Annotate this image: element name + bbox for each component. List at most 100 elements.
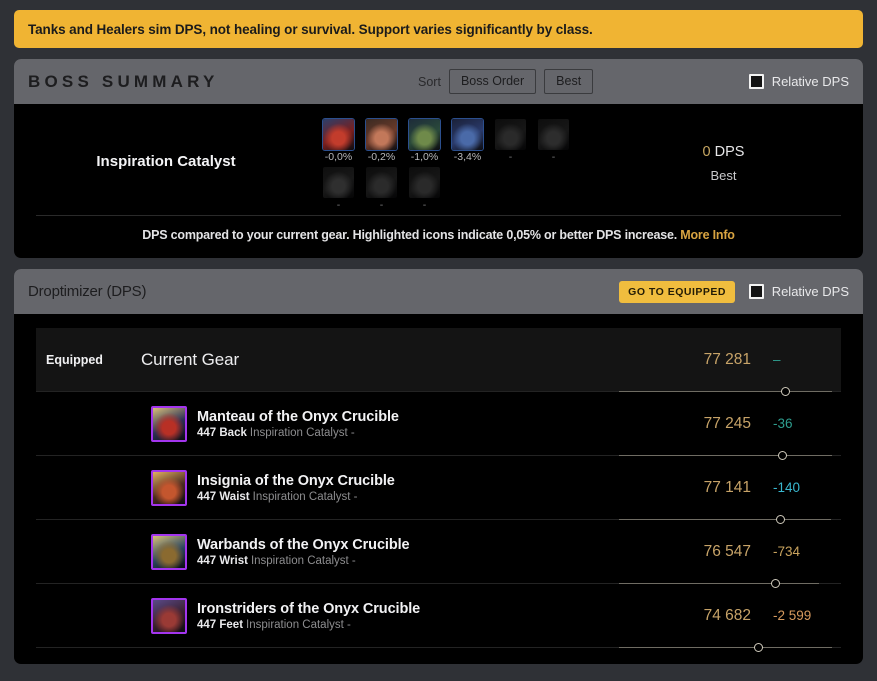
boss-item-dps-delta: -	[551, 151, 556, 163]
item-delta: -36	[773, 416, 793, 431]
boss-summary-relative-dps-label: Relative DPS	[771, 74, 849, 89]
item-icon[interactable]	[151, 597, 187, 634]
item-source: Inspiration Catalyst -	[250, 554, 356, 567]
boss-item-dps-delta: -	[336, 199, 341, 211]
boss-item-icon-cell[interactable]: -0,0%	[320, 119, 357, 163]
boss-summary-title: BOSS SUMMARY	[28, 71, 219, 91]
droptimizer-relative-dps-toggle[interactable]: Relative DPS	[748, 269, 849, 314]
boss-item-dps-delta: -0,0%	[324, 151, 353, 163]
item-icon-cell[interactable]	[141, 597, 197, 634]
equipped-item-name: Current Gear	[141, 349, 240, 369]
droptimizer-row[interactable]: Warbands of the Onyx Crucible 447 Wrist In…	[36, 520, 841, 588]
item-icon[interactable]	[409, 119, 440, 150]
droptimizer-title: Droptimizer (DPS)	[28, 283, 147, 300]
item-icon[interactable]	[366, 167, 397, 198]
item-icon[interactable]	[323, 119, 354, 150]
item-icon[interactable]	[495, 119, 526, 150]
boss-dps-caption: Best	[710, 168, 737, 183]
item-name-cell: Warbands of the Onyx Crucible 447 Wrist In…	[197, 537, 663, 567]
checkbox-icon[interactable]	[748, 284, 764, 299]
item-dps: 76 547	[703, 542, 751, 560]
boss-item-dps-delta: -3,4%	[453, 151, 482, 163]
boss-item-dps-delta: -1,0%	[410, 151, 439, 163]
item-dps: 74 682	[703, 606, 751, 624]
item-icon-cell[interactable]	[141, 469, 197, 506]
item-icon-cell[interactable]	[141, 405, 197, 442]
boss-item-icon-cell[interactable]: -	[535, 119, 572, 163]
item-dps: 77 245	[703, 414, 751, 432]
equipped-name-cell: Current Gear	[141, 350, 663, 370]
item-name-cell: Insignia of the Onyx Crucible 447 Waist In…	[197, 473, 663, 503]
boss-summary-header: BOSS SUMMARY Sort Boss Order Best Relati…	[14, 59, 863, 104]
item-ilvl-slot: 447 Wrist	[197, 554, 248, 567]
sort-controls: Sort Boss Order Best	[418, 59, 594, 104]
item-icon[interactable]	[452, 119, 483, 150]
more-info-link[interactable]: More Info	[680, 228, 735, 242]
item-icon[interactable]	[538, 119, 569, 150]
error-bar-line	[619, 647, 832, 648]
sort-label: Sort	[418, 74, 441, 89]
boss-name: Inspiration Catalyst	[96, 153, 236, 170]
warning-banner: Tanks and Healers sim DPS, not healing o…	[14, 10, 863, 48]
equipped-delta: –	[773, 352, 781, 367]
boss-item-dps-delta: -	[508, 151, 513, 163]
sort-boss-order-button[interactable]: Boss Order	[448, 69, 537, 94]
item-icon[interactable]	[151, 405, 187, 442]
item-name: Ironstriders of the Onyx Crucible	[197, 600, 421, 617]
boss-item-dps-delta: -	[422, 199, 427, 211]
item-icon[interactable]	[151, 469, 187, 506]
item-name: Insignia of the Onyx Crucible	[197, 472, 395, 489]
boss-summary-relative-dps-toggle[interactable]: Relative DPS	[748, 59, 849, 104]
item-source: Inspiration Catalyst -	[246, 618, 351, 631]
item-dps: 77 141	[703, 478, 751, 496]
item-icon[interactable]	[151, 533, 187, 570]
item-subtitle: 447 Waist Inspiration Catalyst -	[197, 491, 663, 503]
boss-item-icon-cell[interactable]: -1,0%	[406, 119, 443, 163]
go-to-equipped-button[interactable]: GO TO EQUIPPED	[619, 280, 735, 303]
app-root: Tanks and Healers sim DPS, not healing o…	[0, 10, 877, 681]
droptimizer-row[interactable]: Insignia of the Onyx Crucible 447 Waist In…	[36, 456, 841, 524]
boss-item-icon-cell[interactable]: -0,2%	[363, 119, 400, 163]
boss-item-icon-cell[interactable]: -	[320, 167, 357, 211]
warning-banner-text: Tanks and Healers sim DPS, not healing o…	[28, 21, 593, 37]
droptimizer-panel: Droptimizer (DPS) GO TO EQUIPPED Relativ…	[14, 269, 863, 664]
boss-dps-value-row: 0 DPS	[606, 144, 841, 160]
boss-summary-panel: BOSS SUMMARY Sort Boss Order Best Relati…	[14, 59, 863, 258]
droptimizer-row[interactable]: Manteau of the Onyx Crucible 447 Back Insp…	[36, 392, 841, 460]
equipped-row[interactable]: Equipped Current Gear 77 281 –	[36, 328, 841, 396]
boss-row: Inspiration Catalyst -0,0% -0,2% -1,0% -3,4…	[36, 116, 841, 215]
boss-item-icon-cell[interactable]: -	[406, 167, 443, 211]
boss-item-icon-cell[interactable]: -	[363, 167, 400, 211]
droptimizer-relative-dps-label: Relative DPS	[771, 284, 849, 299]
dps-error-bar	[619, 643, 832, 652]
checkbox-icon[interactable]	[748, 74, 764, 89]
item-name: Manteau of the Onyx Crucible	[197, 408, 399, 425]
item-icon[interactable]	[323, 167, 354, 198]
equipped-tag: Equipped	[46, 352, 103, 367]
item-icon[interactable]	[366, 119, 397, 150]
error-bar-marker	[754, 643, 763, 652]
boss-dps-value: 0	[702, 144, 711, 160]
boss-dps-summary: 0 DPS Best	[606, 116, 841, 183]
droptimizer-row[interactable]: Ironstriders of the Onyx Crucible 447 Fee…	[36, 584, 841, 652]
item-ilvl-slot: 447 Back	[197, 426, 247, 439]
item-delta: -2 599	[773, 608, 812, 623]
item-name-cell: Manteau of the Onyx Crucible 447 Back Insp…	[197, 409, 663, 439]
sort-best-button[interactable]: Best	[544, 69, 594, 94]
item-name-cell: Ironstriders of the Onyx Crucible 447 Fee…	[197, 601, 663, 631]
boss-item-icon-cell[interactable]: -	[492, 119, 529, 163]
item-subtitle: 447 Wrist Inspiration Catalyst -	[197, 555, 663, 567]
item-source: Inspiration Catalyst -	[252, 490, 358, 503]
item-ilvl-slot: 447 Waist	[197, 490, 250, 503]
boss-item-dps-delta: -0,2%	[367, 151, 396, 163]
item-subtitle: 447 Feet Inspiration Catalyst -	[197, 619, 663, 631]
boss-summary-footer-text: DPS compared to your current gear. Highl…	[142, 228, 677, 242]
item-icon[interactable]	[409, 167, 440, 198]
boss-item-icon-cell[interactable]: -3,4%	[449, 119, 486, 163]
item-source: Inspiration Catalyst -	[249, 426, 355, 439]
droptimizer-table: Equipped Current Gear 77 281 – Manteau of th…	[14, 314, 863, 664]
item-delta: -734	[773, 544, 801, 559]
item-icon-cell[interactable]	[141, 533, 197, 570]
equipped-dps: 77 281	[703, 350, 751, 368]
boss-item-dps-delta: -	[379, 199, 384, 211]
